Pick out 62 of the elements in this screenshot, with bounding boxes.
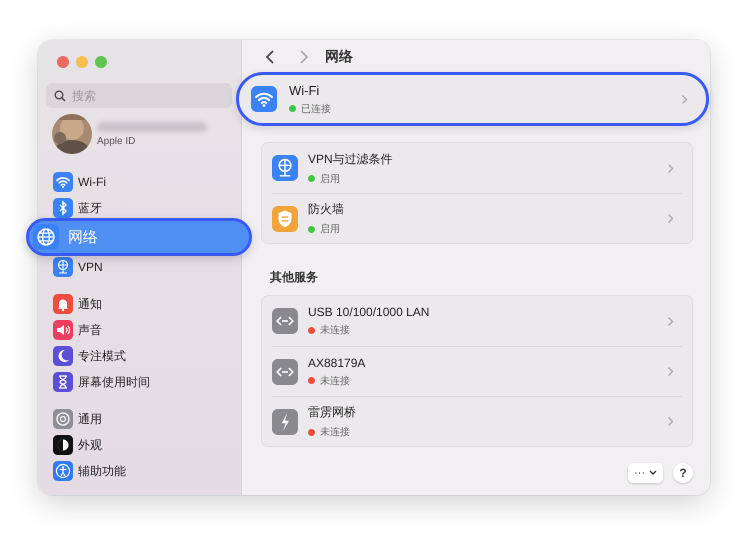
page-title: 网络 [325, 48, 353, 66]
service-name: 防火墙 [308, 201, 345, 218]
chevron-icon [667, 366, 674, 377]
speaker-icon [53, 320, 73, 340]
forward-icon[interactable] [299, 49, 309, 65]
service-row[interactable]: 防火墙 启用 [272, 193, 682, 243]
chevron-icon [667, 162, 674, 174]
accessibility-icon [53, 461, 73, 481]
service-row[interactable]: Wi-Fi 已连接 [236, 72, 709, 126]
globe-icon [33, 224, 59, 250]
lightning-icon [272, 408, 298, 434]
service-name: USB 10/100/1000 LAN [308, 305, 430, 319]
status-text: 启用 [320, 172, 340, 186]
status-text: 启用 [320, 222, 340, 236]
service-name: VPN与过滤条件 [308, 150, 394, 168]
sidebar-item[interactable]: 声音 [46, 317, 232, 343]
status-text: 未连接 [320, 426, 350, 439]
account-subtitle: Apple ID [97, 136, 136, 146]
hourglass-icon [53, 372, 73, 392]
status-text: 未连接 [320, 324, 350, 337]
chevron-icon [667, 416, 674, 427]
window-zoom-button[interactable] [95, 56, 107, 68]
window-minimize-button[interactable] [76, 56, 88, 68]
service-row[interactable]: USB 10/100/1000 LAN 未连接 [272, 296, 682, 346]
wifi-icon [251, 86, 277, 112]
caret-icon [649, 470, 657, 476]
status-text: 未连接 [320, 374, 350, 388]
gear-icon [53, 409, 73, 429]
sidebar-item[interactable]: 外观 [46, 432, 232, 458]
bell-icon [53, 294, 73, 314]
back-icon[interactable] [265, 49, 275, 65]
ethernet-icon [272, 308, 298, 334]
sidebar-item[interactable]: VPN [46, 254, 232, 280]
more-button[interactable]: ··· [628, 463, 663, 483]
sidebar-item[interactable]: 辅助功能 [46, 458, 232, 484]
help-button[interactable]: ? [673, 463, 693, 483]
service-name: AX88179A [308, 356, 366, 370]
bluetooth-icon [53, 198, 73, 218]
section-heading: 其他服务 [270, 269, 319, 286]
service-name: Wi-Fi [289, 82, 320, 98]
globe-icon [53, 257, 73, 277]
sidebar-item[interactable]: 蓝牙 [46, 195, 232, 221]
wifi-icon [53, 172, 73, 192]
search-field[interactable]: 搜索 [46, 83, 232, 108]
status-text: 已连接 [301, 102, 331, 116]
service-row[interactable]: 雷雳网桥 未连接 [272, 396, 682, 446]
sidebar-item[interactable]: Wi-Fi [46, 169, 232, 195]
chevron-icon [667, 316, 674, 326]
chevron-icon [667, 213, 674, 224]
service-row[interactable]: VPN与过滤条件 启用 [272, 143, 682, 193]
window-close-button[interactable] [57, 56, 69, 68]
sidebar-item[interactable]: 专注模式 [46, 343, 232, 369]
sidebar-item[interactable]: 屏幕使用时间 [46, 369, 232, 395]
ethernet-icon [272, 358, 298, 384]
chevron-icon [681, 94, 688, 104]
sidebar-item[interactable]: 通知 [46, 291, 232, 317]
service-row[interactable]: AX88179A 未连接 [272, 346, 682, 396]
moon-icon [53, 346, 73, 366]
service-name: 雷雳网桥 [308, 404, 357, 421]
shield-icon [272, 206, 298, 232]
sidebar-item[interactable]: 通用 [46, 406, 232, 432]
globe-icon [272, 155, 298, 181]
